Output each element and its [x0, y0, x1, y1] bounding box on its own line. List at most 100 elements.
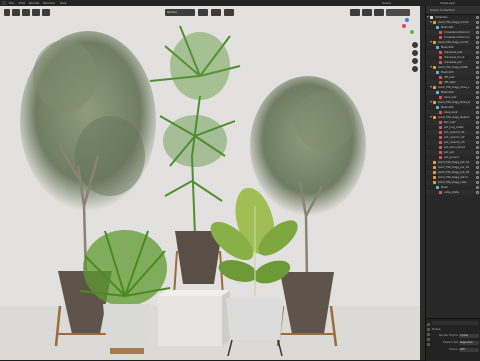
- world-tab-icon[interactable]: [427, 343, 430, 346]
- property-value-dropdown[interactable]: Cycles: [459, 334, 479, 338]
- visibility-eye-icon[interactable]: [476, 96, 479, 99]
- material-icon: [439, 156, 442, 159]
- material-icon: [439, 191, 442, 194]
- visibility-eye-icon[interactable]: [476, 16, 479, 19]
- menu-help[interactable]: Help: [60, 1, 67, 5]
- expand-toggle-icon[interactable]: [427, 16, 429, 18]
- expand-toggle-icon[interactable]: [430, 116, 432, 118]
- scene-selector[interactable]: Scene: [382, 1, 391, 5]
- render-tab-icon[interactable]: [427, 328, 430, 331]
- visibility-eye-icon[interactable]: [476, 161, 479, 164]
- visibility-eye-icon[interactable]: [476, 111, 479, 114]
- visibility-eye-icon[interactable]: [476, 36, 479, 39]
- material-icon: [439, 111, 442, 114]
- visibility-eye-icon[interactable]: [476, 151, 479, 154]
- plant-scene-render: [0, 25, 425, 360]
- visibility-eye-icon[interactable]: [476, 41, 479, 44]
- menu-edit[interactable]: Edit: [19, 1, 25, 5]
- material-icon: [439, 126, 442, 129]
- visibility-eye-icon[interactable]: [476, 176, 479, 179]
- visibility-eye-icon[interactable]: [476, 51, 479, 54]
- editor-type-icon[interactable]: [2, 1, 6, 5]
- visibility-eye-icon[interactable]: [476, 186, 479, 189]
- expand-toggle-icon[interactable]: [430, 41, 432, 43]
- material-icon: [439, 151, 442, 154]
- empty-icon: [433, 181, 436, 184]
- visibility-eye-icon[interactable]: [476, 166, 479, 169]
- collection-icon: [430, 16, 433, 19]
- view-layer-selector[interactable]: ViewLayer: [440, 1, 455, 5]
- visibility-eye-icon[interactable]: [476, 181, 479, 184]
- material-icon: [439, 146, 442, 149]
- empty-icon: [433, 116, 436, 119]
- visibility-eye-icon[interactable]: [476, 91, 479, 94]
- empty-icon: [433, 101, 436, 104]
- material-icon: [439, 96, 442, 99]
- visibility-eye-icon[interactable]: [476, 126, 479, 129]
- visibility-eye-icon[interactable]: [476, 106, 479, 109]
- visibility-eye-icon[interactable]: [476, 156, 479, 159]
- visibility-eye-icon[interactable]: [476, 171, 479, 174]
- visibility-eye-icon[interactable]: [476, 141, 479, 144]
- visibility-eye-icon[interactable]: [476, 21, 479, 24]
- property-label: Feature Set: [443, 341, 458, 344]
- fern-pot: [103, 304, 150, 354]
- visibility-eye-icon[interactable]: [476, 101, 479, 104]
- menu-render[interactable]: Render: [29, 1, 40, 5]
- material-icon: [439, 76, 442, 79]
- outliner-panel: Scene Collection Collection plant_T06_Dag…: [425, 6, 480, 318]
- mesh-icon: [436, 46, 439, 49]
- visibility-eye-icon[interactable]: [476, 116, 479, 119]
- visibility-eye-icon[interactable]: [476, 121, 479, 124]
- mesh-icon: [436, 26, 439, 29]
- outliner-row[interactable]: cube_white: [426, 190, 480, 195]
- visibility-eye-icon[interactable]: [476, 136, 479, 139]
- visibility-eye-icon[interactable]: [476, 71, 479, 74]
- empty-icon: [433, 176, 436, 179]
- empty-icon: [433, 66, 436, 69]
- properties-panel: Scene Render Engine Cycles Feature Set Supp…: [425, 318, 480, 361]
- expand-toggle-icon[interactable]: [430, 21, 432, 23]
- visibility-eye-icon[interactable]: [476, 56, 479, 59]
- mesh-icon: [436, 71, 439, 74]
- dracaena-plant: [149, 25, 241, 237]
- scene-tab-icon[interactable]: [427, 338, 430, 341]
- expand-toggle-icon[interactable]: [430, 101, 432, 103]
- mesh-icon: [436, 106, 439, 109]
- empty-icon: [433, 171, 436, 174]
- visibility-eye-icon[interactable]: [476, 76, 479, 79]
- properties-search-input[interactable]: [432, 321, 478, 325]
- property-value-dropdown[interactable]: Supported: [459, 341, 479, 345]
- material-icon: [439, 56, 442, 59]
- mesh-icon: [436, 186, 439, 189]
- empty-icon: [433, 166, 436, 169]
- material-icon: [439, 61, 442, 64]
- output-tab-icon[interactable]: [427, 333, 430, 336]
- visibility-eye-icon[interactable]: [476, 191, 479, 194]
- visibility-eye-icon[interactable]: [476, 26, 479, 29]
- 3d-viewport[interactable]: Global: [0, 6, 425, 360]
- visibility-eye-icon[interactable]: [476, 131, 479, 134]
- visibility-eye-icon[interactable]: [476, 61, 479, 64]
- mesh-icon: [436, 91, 439, 94]
- tool-tab-icon[interactable]: [427, 323, 430, 326]
- expand-toggle-icon[interactable]: [430, 66, 432, 68]
- expand-toggle-icon[interactable]: [430, 86, 432, 88]
- property-value-dropdown[interactable]: CPU: [459, 348, 479, 352]
- visibility-eye-icon[interactable]: [476, 146, 479, 149]
- outliner-header: Scene Collection: [426, 6, 480, 15]
- menu-file[interactable]: File: [9, 1, 14, 5]
- menu-window[interactable]: Window: [43, 1, 55, 5]
- empty-icon: [433, 161, 436, 164]
- outliner-title[interactable]: Scene Collection: [430, 7, 455, 13]
- material-icon: [439, 121, 442, 124]
- visibility-eye-icon[interactable]: [476, 81, 479, 84]
- visibility-eye-icon[interactable]: [476, 46, 479, 49]
- property-label: Render Engine: [439, 334, 458, 337]
- material-icon: [439, 36, 442, 39]
- visibility-eye-icon[interactable]: [476, 86, 479, 89]
- visibility-eye-icon[interactable]: [476, 31, 479, 34]
- property-row: Device CPU: [432, 347, 480, 353]
- visibility-eye-icon[interactable]: [476, 66, 479, 69]
- white-cube-pedestal: [158, 290, 230, 346]
